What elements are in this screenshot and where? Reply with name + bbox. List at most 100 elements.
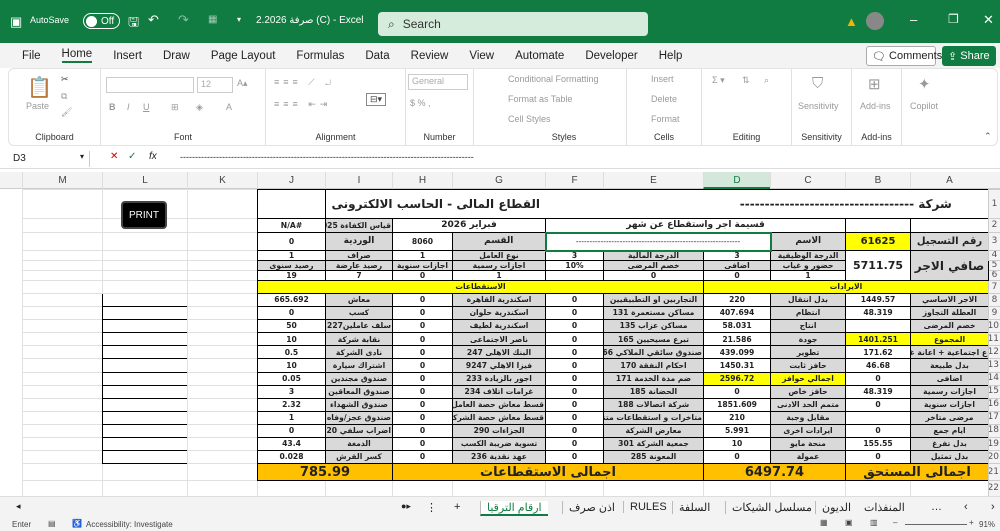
row-number[interactable]: 19 <box>988 437 1000 452</box>
attendance-value[interactable]: 0 <box>603 270 704 281</box>
item-label[interactable]: سلف عاملين227 <box>325 319 393 334</box>
cell[interactable] <box>22 358 103 373</box>
avatar[interactable] <box>866 12 884 30</box>
cell[interactable] <box>187 280 258 294</box>
item-value[interactable]: 0 <box>392 371 453 386</box>
cell[interactable] <box>102 345 188 360</box>
item-label[interactable]: بدل تمثيل <box>910 450 990 465</box>
item-value[interactable]: 210 <box>702 410 772 425</box>
tab-scroll-right-icon[interactable]: › <box>985 501 1000 513</box>
item-label[interactable]: تسوية ضريبة الكسب <box>452 437 546 452</box>
menu-file[interactable]: File <box>22 50 41 62</box>
delete-cells-button[interactable]: Delete <box>651 94 677 104</box>
financial-grade[interactable]: الدرجة المالية <box>603 250 704 261</box>
item-label[interactable]: نقابة شركة <box>325 332 393 347</box>
item-value[interactable]: 0 <box>545 306 604 321</box>
zoom-out-icon[interactable]: – <box>893 518 897 527</box>
cell[interactable] <box>102 463 188 482</box>
restore-icon[interactable]: ❐ <box>948 12 959 26</box>
item-label[interactable]: قسط معاش حصة العامل <box>452 397 546 412</box>
undo-icon[interactable]: ↶ <box>148 12 159 28</box>
row-number[interactable]: 4 <box>988 250 1000 261</box>
tab-sheet-5[interactable]: RULES <box>623 501 673 513</box>
month-value[interactable]: فبراير 2026 <box>392 218 546 233</box>
item-label[interactable]: ضم مدة الخدمة 171 <box>603 371 704 386</box>
attendance-value[interactable] <box>545 270 604 281</box>
item-label[interactable]: عمولة <box>770 450 847 465</box>
tab-sheet-4[interactable]: السلفة <box>672 501 716 514</box>
item-label[interactable]: انتاج <box>770 319 847 334</box>
column-header-k[interactable]: K <box>187 172 257 189</box>
gross-total-label[interactable]: اجمالى المستحق <box>845 463 990 482</box>
name-box[interactable]: D3 <box>10 151 90 167</box>
cell[interactable] <box>187 463 258 482</box>
add-sheet-icon[interactable]: + <box>448 501 466 513</box>
item-label[interactable]: جمعية الشركة 301 <box>603 437 704 452</box>
item-label[interactable]: ايام جمع <box>910 423 990 439</box>
search-box[interactable]: ⌕ Search <box>378 12 648 36</box>
attendance-header[interactable]: خصم المرضى <box>603 260 704 271</box>
cell[interactable] <box>102 319 188 334</box>
autosave-toggle[interactable]: Off <box>83 13 121 29</box>
menu-review[interactable]: Review <box>411 50 449 62</box>
column-header-h[interactable]: H <box>392 172 452 189</box>
insert-function-button[interactable]: fx <box>149 151 157 162</box>
cell[interactable] <box>187 306 258 321</box>
financial-grade-value[interactable]: 3 <box>545 250 604 261</box>
item-value[interactable]: 43.4 <box>257 437 326 452</box>
cell[interactable] <box>102 250 188 261</box>
item-value[interactable]: 220 <box>702 292 772 308</box>
item-value[interactable]: 0.028 <box>257 450 326 465</box>
cell[interactable] <box>102 410 188 425</box>
cell[interactable] <box>325 480 393 498</box>
item-value[interactable]: 0 <box>392 345 453 360</box>
zoom-in-icon[interactable]: + <box>969 518 974 527</box>
shift-value[interactable]: 0 <box>257 232 326 251</box>
item-label[interactable]: عهد نقدية 236 <box>452 450 546 465</box>
column-header-j[interactable]: J <box>257 172 325 189</box>
h-scroll-left-icon[interactable]: ◂ <box>10 501 27 512</box>
collapse-ribbon-icon[interactable]: ⌃ <box>984 131 992 142</box>
item-value[interactable]: 0 <box>545 345 604 360</box>
cancel-icon[interactable]: ✕ <box>110 151 118 162</box>
page-break-view-icon[interactable]: ▥ <box>870 518 878 527</box>
column-header-g[interactable]: G <box>452 172 545 189</box>
kpi-label[interactable]: قياس الكفاءة 2025 <box>325 218 393 233</box>
attendance-header[interactable]: اجازات رسمية <box>452 260 546 271</box>
item-value[interactable]: 46.68 <box>845 358 912 373</box>
cell[interactable] <box>22 480 103 498</box>
row-number[interactable]: 18 <box>988 423 1000 439</box>
cell[interactable] <box>22 189 103 219</box>
item-value[interactable]: 2596.72 <box>702 371 772 386</box>
gross-total-value[interactable]: 6497.74 <box>702 463 847 482</box>
cell[interactable] <box>102 397 188 412</box>
deductions-total-value[interactable]: 785.99 <box>257 463 393 482</box>
item-value[interactable]: 10 <box>257 358 326 373</box>
item-label[interactable]: خصم المرضى <box>910 319 990 334</box>
item-label[interactable]: فيزا الاهلي 9247 <box>452 358 546 373</box>
item-value[interactable]: 58.031 <box>702 319 772 334</box>
cell[interactable] <box>702 480 772 498</box>
item-value[interactable]: 0 <box>392 397 453 412</box>
cell[interactable] <box>392 480 453 498</box>
form-icon[interactable]: ▦ <box>208 14 217 25</box>
cell[interactable] <box>102 450 188 465</box>
row-number[interactable]: 7 <box>988 280 1000 294</box>
cell[interactable] <box>187 358 258 373</box>
item-label[interactable]: اجور بالزيادة 233 <box>452 371 546 386</box>
cell-styles-button[interactable]: Cell Styles <box>508 114 551 124</box>
customize-qat-icon[interactable]: ▾ <box>237 15 241 24</box>
cell[interactable] <box>187 319 258 334</box>
item-value[interactable]: 439.099 <box>702 345 772 360</box>
attendance-value[interactable]: 1 <box>452 270 546 281</box>
cell[interactable] <box>187 250 258 261</box>
italic-icon[interactable]: I <box>127 102 130 112</box>
cell[interactable] <box>187 270 258 281</box>
row-number[interactable]: 6 <box>988 270 1000 281</box>
cell[interactable] <box>910 480 990 498</box>
cell[interactable] <box>22 280 103 294</box>
menu-page-layout[interactable]: Page Layout <box>211 50 276 62</box>
item-value[interactable]: 0 <box>545 358 604 373</box>
normal-view-icon[interactable]: ▦ <box>820 518 828 527</box>
department-label[interactable]: القسم <box>452 232 546 251</box>
